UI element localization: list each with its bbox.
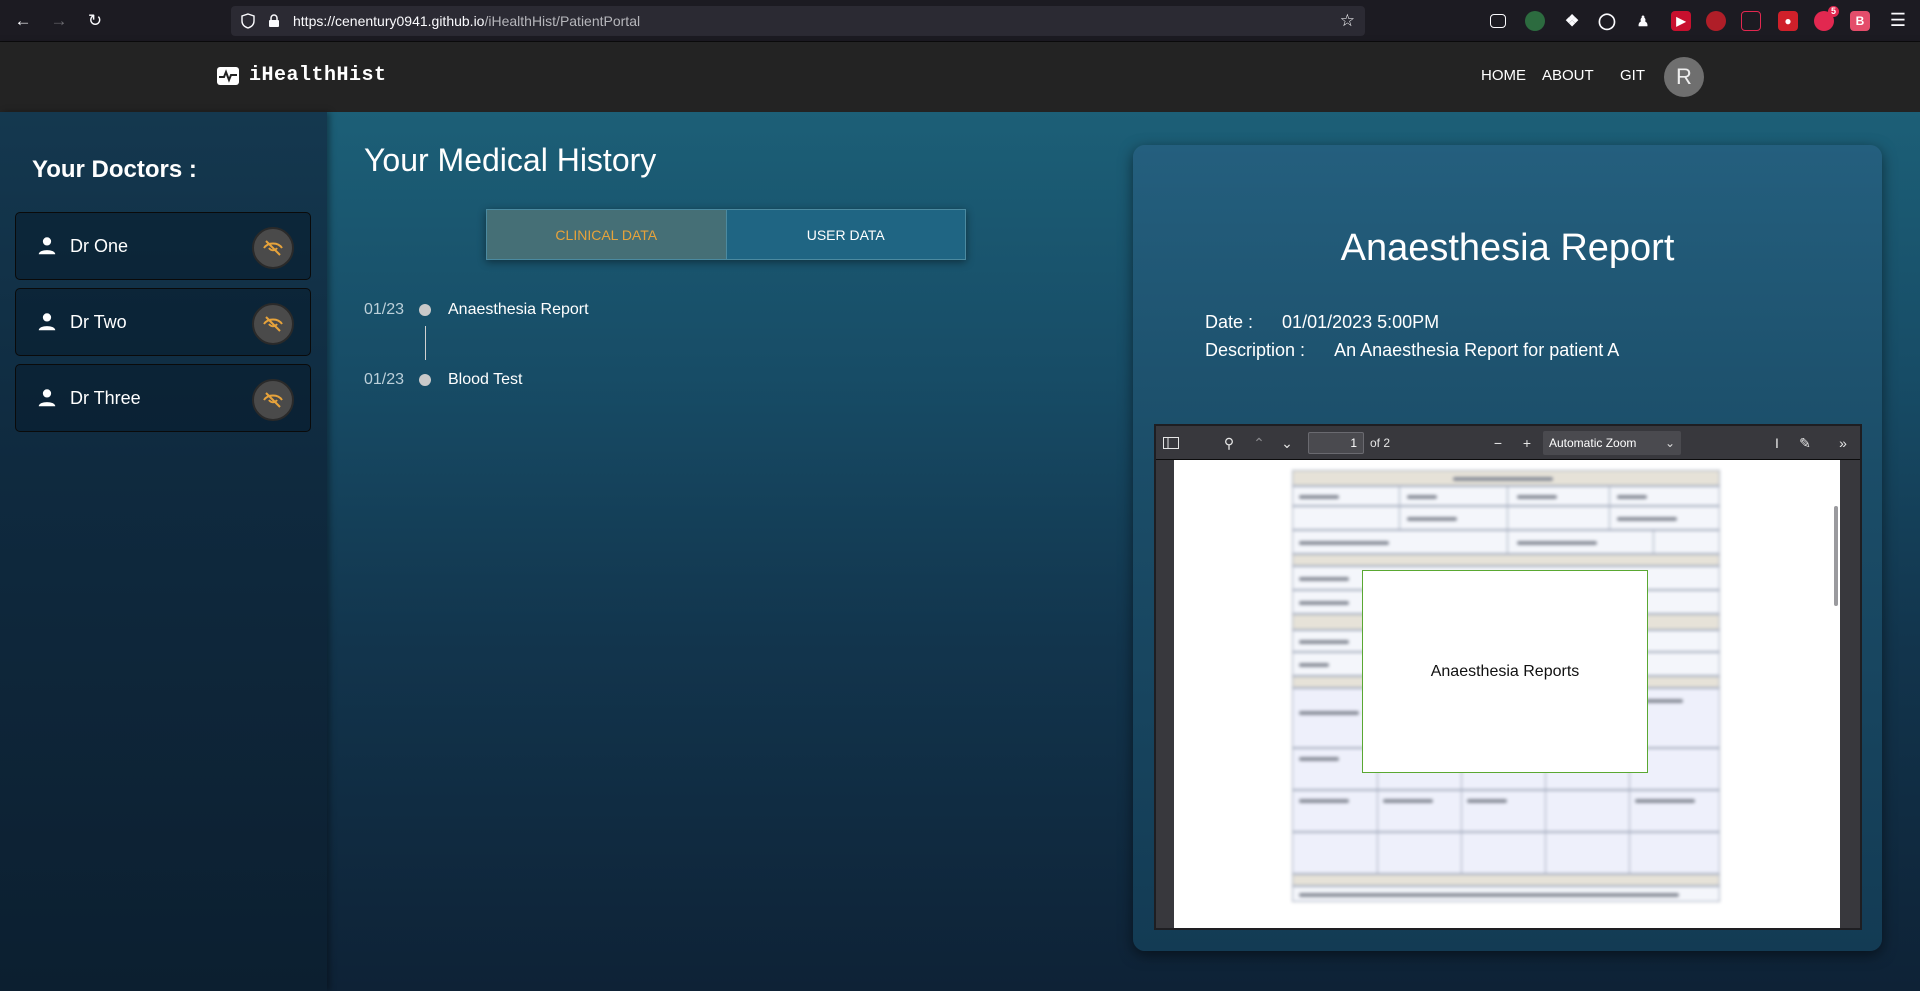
url-path: /iHealthHist/PatientPortal — [484, 13, 641, 29]
reload-button[interactable]: ↻ — [83, 9, 107, 33]
doctor-name: Dr Three — [70, 388, 141, 408]
description-value: An Anaesthesia Report for patient A — [1334, 340, 1620, 360]
extension-lock-icon[interactable]: ● — [1778, 11, 1798, 31]
brand-logo[interactable]: iHealthHist — [217, 64, 387, 87]
more-tools-icon[interactable]: » — [1832, 432, 1854, 454]
avatar[interactable]: R — [1664, 57, 1704, 97]
timeline-label: Anaesthesia Report — [448, 301, 589, 318]
next-page-icon[interactable]: ⌄ — [1276, 432, 1298, 454]
bookmark-star-icon[interactable]: ☆ — [1340, 11, 1355, 31]
eye-off-icon — [263, 240, 283, 256]
zoom-select[interactable]: Automatic Zoom ⌄ — [1543, 431, 1681, 455]
picture-in-picture-icon[interactable] — [1741, 11, 1761, 31]
browser-toolbar: ← → ↻ https://cenentury0941.github.io/iH… — [0, 0, 1920, 42]
description-label: Description : — [1205, 340, 1306, 360]
timeline-date: 01/23 — [364, 301, 405, 318]
pocket-icon[interactable] — [1490, 14, 1506, 28]
pdf-overlay-label: Anaesthesia Reports — [1362, 570, 1648, 773]
pdf-page[interactable]: Anaesthesia Reports — [1174, 460, 1840, 928]
hide-access-toggle[interactable] — [252, 303, 294, 345]
forward-button[interactable]: → — [47, 9, 71, 33]
nav-about[interactable]: ABOUT — [1542, 67, 1594, 84]
doctor-name: Dr Two — [70, 312, 127, 332]
sidebar-title: Your Doctors : — [32, 156, 197, 183]
doctor-card[interactable]: Dr Three — [15, 364, 311, 432]
timeline-dot — [419, 304, 431, 316]
extension-badge-count: 5 — [1827, 6, 1839, 17]
timeline-date: 01/23 — [364, 371, 405, 388]
date-value: 01/01/2023 5:00PM — [1282, 312, 1440, 332]
nav-home[interactable]: HOME — [1481, 67, 1526, 84]
timeline-item[interactable]: 01/23 Anaesthesia Report — [364, 298, 664, 322]
report-date: Date : 01/01/2023 5:00PM — [1205, 312, 1439, 333]
youtube-ext-icon[interactable]: ▶ — [1671, 11, 1691, 31]
doctor-card[interactable]: Dr One — [15, 212, 311, 280]
tab-clinical-data[interactable]: CLINICAL DATA — [487, 210, 726, 259]
zoom-in-icon[interactable]: + — [1516, 432, 1538, 454]
extension-badge-icon[interactable]: 5 — [1814, 6, 1839, 31]
pencil-icon[interactable]: ✎ — [1794, 432, 1816, 454]
pdf-toolbar: ⚲ ⌃ ⌄ 1 of 2 − + Automatic Zoom ⌄ I ✎ » — [1156, 426, 1860, 460]
person-icon — [38, 313, 56, 331]
app-header: iHealthHist HOME ABOUT GIT R — [0, 42, 1920, 112]
timeline-dot — [419, 374, 431, 386]
timeline-label: Blood Test — [448, 371, 523, 388]
heartbeat-icon — [217, 66, 239, 85]
extension-figure-icon[interactable]: ♟ — [1633, 11, 1653, 31]
report-title: Anaesthesia Report — [1340, 227, 1675, 269]
date-label: Date : — [1205, 312, 1254, 332]
report-panel: Anaesthesia Report Date : 01/01/2023 5:0… — [1133, 145, 1882, 951]
previous-page-icon[interactable]: ⌃ — [1248, 432, 1270, 454]
eye-off-icon — [263, 316, 283, 332]
extension-red-circle-icon[interactable] — [1706, 11, 1726, 31]
report-description: Description : An Anaesthesia Report for … — [1205, 340, 1619, 361]
person-icon — [38, 389, 56, 407]
brand-name: iHealthHist — [249, 64, 387, 87]
zoom-out-icon[interactable]: − — [1487, 432, 1509, 454]
lock-icon[interactable] — [265, 12, 283, 30]
data-tabs: CLINICAL DATA USER DATA — [486, 209, 966, 260]
doctor-name: Dr One — [70, 236, 129, 256]
pdf-viewer: ⚲ ⌃ ⌄ 1 of 2 − + Automatic Zoom ⌄ I ✎ » — [1154, 424, 1862, 930]
text-cursor-icon[interactable]: I — [1766, 432, 1788, 454]
extension-b-icon[interactable]: B — [1850, 11, 1870, 31]
page-total: of 2 — [1370, 436, 1391, 450]
page-title: Your Medical History — [364, 142, 657, 178]
hide-access-toggle[interactable] — [252, 379, 294, 421]
back-button[interactable]: ← — [11, 9, 35, 33]
url-text[interactable]: https://cenentury0941.github.io/iHealthH… — [293, 13, 640, 29]
page-number-input[interactable]: 1 — [1308, 432, 1364, 454]
eye-off-icon — [263, 392, 283, 408]
timeline-connector — [425, 326, 426, 360]
page-body: Your Doctors : Dr One Dr Two Dr Three Yo… — [0, 112, 1920, 991]
person-icon — [38, 237, 56, 255]
extensions-puzzle-icon[interactable]: ❖ — [1562, 11, 1582, 31]
hamburger-menu-icon[interactable]: ☰ — [1890, 10, 1906, 31]
search-icon[interactable]: ⚲ — [1218, 432, 1240, 454]
doctors-sidebar: Your Doctors : Dr One Dr Two Dr Three — [0, 112, 327, 991]
hide-access-toggle[interactable] — [252, 227, 294, 269]
nav-git[interactable]: GIT — [1620, 67, 1645, 84]
doctor-card[interactable]: Dr Two — [15, 288, 311, 356]
tab-user-data[interactable]: USER DATA — [725, 210, 965, 259]
chevron-down-icon: ⌄ — [1664, 436, 1675, 450]
zoom-select-value: Automatic Zoom — [1549, 436, 1637, 450]
address-bar[interactable]: https://cenentury0941.github.io/iHealthH… — [231, 6, 1365, 36]
extension-green-icon[interactable] — [1525, 11, 1545, 31]
pdf-scrollbar[interactable] — [1834, 506, 1838, 606]
shield-icon[interactable] — [239, 12, 257, 30]
timeline-item[interactable]: 01/23 Blood Test — [364, 368, 664, 392]
extension-b-label: B — [1855, 14, 1865, 28]
chat-icon[interactable]: ◯ — [1597, 11, 1617, 31]
url-host: https://cenentury0941.github.io — [293, 13, 485, 29]
sidebar-toggle-icon[interactable] — [1160, 432, 1182, 454]
